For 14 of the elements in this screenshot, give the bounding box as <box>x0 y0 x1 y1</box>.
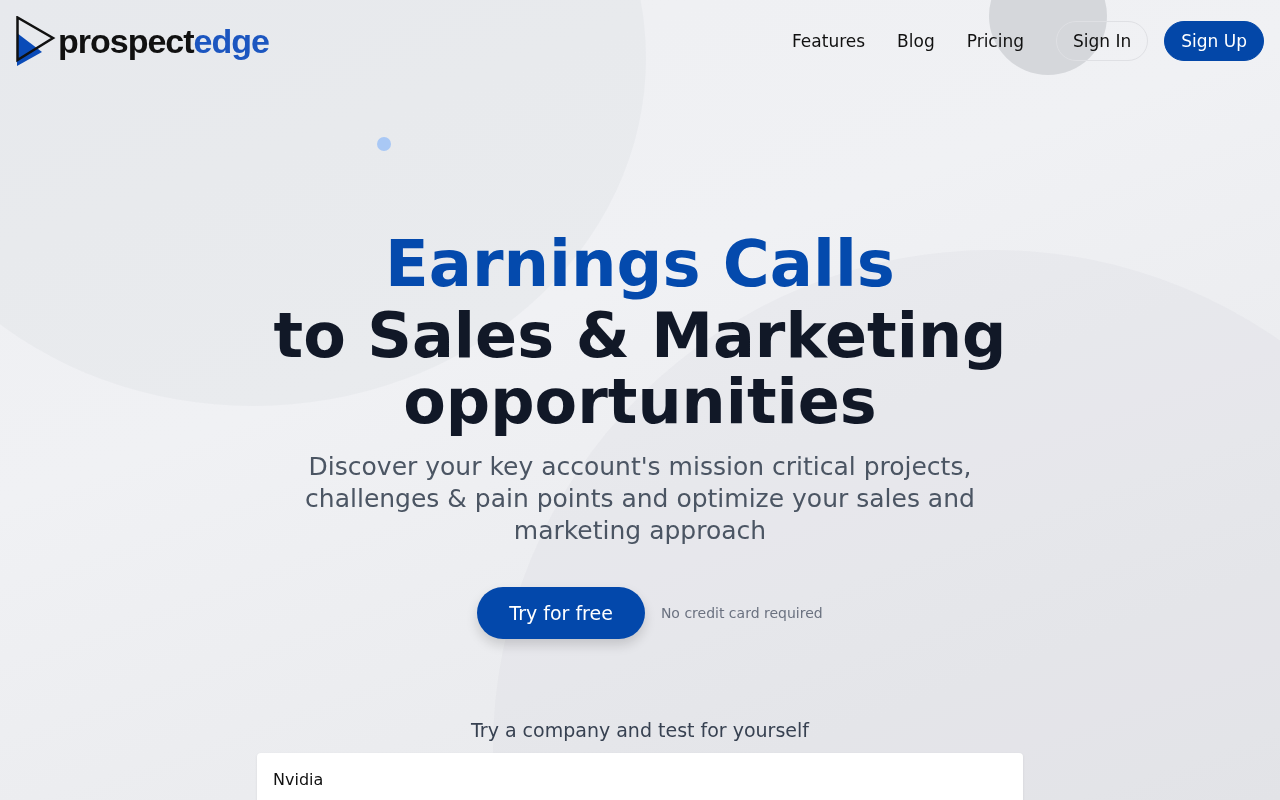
nav-link[interactable]: Features <box>792 30 866 51</box>
decorative-dot <box>377 137 391 151</box>
hero-subtitle: Discover your key account's mission critical projects, challenges & pain points and optimize your sales and marketing approach <box>304 451 976 547</box>
hero-highlight-heading: Earnings Calls <box>385 227 895 301</box>
company-input-field[interactable]: Nvidia <box>257 753 1023 800</box>
sign-up-button[interactable]: Sign Up <box>1164 20 1264 61</box>
cta-note: No credit card required <box>660 605 823 621</box>
nav-link[interactable]: Pricing <box>966 30 1024 51</box>
hero-heading: to Sales & Marketing opportunities <box>272 303 1008 435</box>
play-triangle-logo-icon[interactable] <box>16 16 56 66</box>
nav-link[interactable]: Blog <box>897 30 935 51</box>
demo-prompt: Try a company and test for yourself <box>471 719 809 741</box>
try-for-free-button[interactable]: Try for free <box>477 587 645 639</box>
logo-wordmark[interactable]: prospectedge <box>58 21 269 61</box>
